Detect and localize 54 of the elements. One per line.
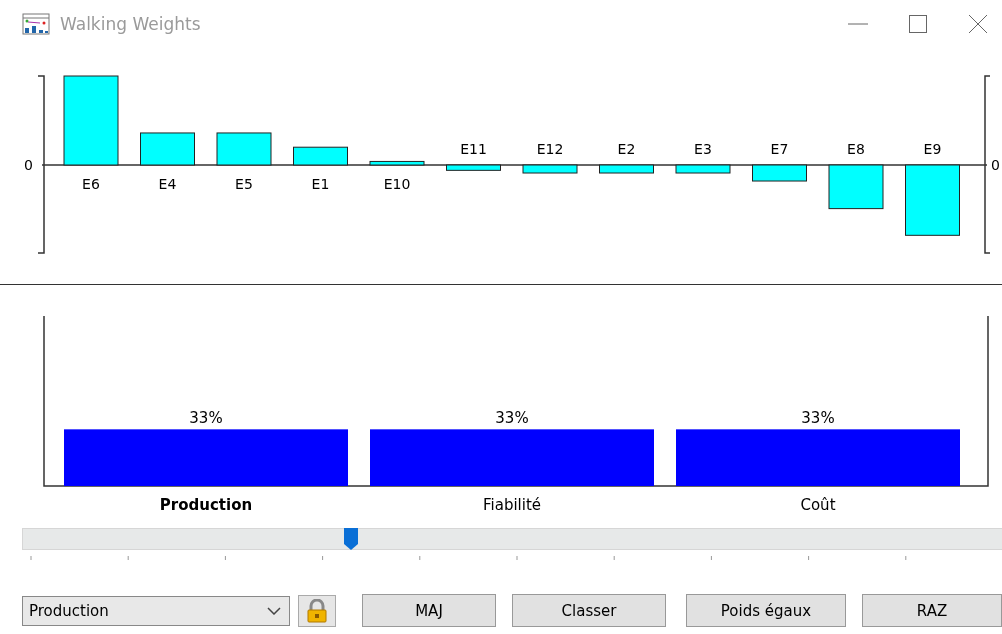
- criterion-label[interactable]: Coût: [800, 496, 836, 514]
- bar-label: E6: [82, 176, 100, 192]
- bar-label: E8: [847, 141, 865, 157]
- bar: [599, 164, 654, 174]
- window-title: Walking Weights: [60, 14, 202, 34]
- app-icon: [22, 13, 50, 35]
- bar: [140, 132, 195, 166]
- bar-label: E10: [383, 176, 411, 192]
- weight-value: 33%: [495, 409, 529, 428]
- slider-tick: [30, 556, 32, 561]
- bar-label: E7: [770, 141, 789, 157]
- slider-tick: [613, 556, 615, 561]
- bar-label: E5: [235, 176, 253, 192]
- slider-tick: [516, 556, 518, 561]
- bar-label: E2: [617, 141, 636, 157]
- bar: [752, 164, 807, 182]
- bar: [369, 160, 425, 166]
- axis-tick-label: 0: [24, 157, 33, 173]
- bar-label: E1: [311, 176, 330, 192]
- close-icon[interactable]: [968, 14, 988, 34]
- bar: [522, 164, 578, 174]
- lock-button[interactable]: [298, 594, 336, 627]
- action-button[interactable]: Classer: [512, 594, 666, 627]
- slider-tick: [127, 556, 129, 561]
- bar-label: E3: [694, 141, 712, 157]
- criterion-label[interactable]: Fiabilité: [483, 496, 541, 514]
- bar-label: E11: [460, 141, 487, 157]
- weight-value: 33%: [801, 409, 835, 428]
- bar: [828, 164, 884, 210]
- weight-value: 33%: [189, 409, 223, 428]
- bar: [293, 146, 348, 166]
- chevron-down-icon: [267, 606, 281, 615]
- bar-label: E4: [158, 176, 177, 192]
- slider-tick: [808, 556, 810, 561]
- criterion-label[interactable]: Production: [159, 496, 253, 514]
- maximize-icon[interactable]: [908, 14, 928, 34]
- bar: [446, 164, 501, 171]
- action-button[interactable]: RAZ: [862, 594, 1002, 627]
- slider-thumb[interactable]: [343, 528, 358, 550]
- axis-tick-label: 0: [991, 157, 1000, 173]
- slider-tick: [224, 556, 226, 561]
- slider-tick: [905, 556, 907, 561]
- slider-tick: [710, 556, 712, 561]
- criterion-dropdown[interactable]: Production: [22, 595, 290, 626]
- action-button[interactable]: MAJ: [362, 594, 496, 627]
- bar: [905, 164, 960, 236]
- slider-tick: [322, 556, 324, 561]
- bar-label: E9: [923, 141, 942, 157]
- bar: [675, 164, 731, 174]
- slider-tick: [419, 556, 421, 561]
- slider[interactable]: [22, 528, 1002, 550]
- bar: [216, 132, 272, 166]
- action-button[interactable]: Poids égaux: [686, 594, 846, 627]
- bar-label: E12: [536, 141, 564, 157]
